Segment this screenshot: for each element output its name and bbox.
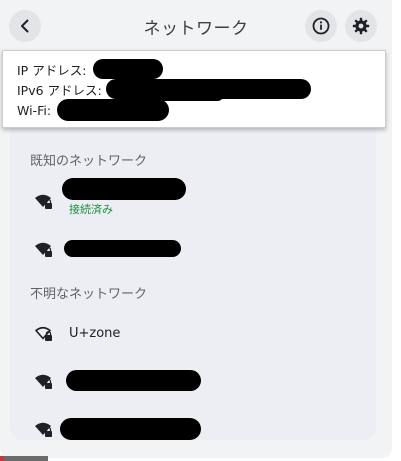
network-row-unknown-2[interactable] xyxy=(10,360,376,404)
connected-status: 接続済み xyxy=(69,203,113,216)
network-settings-window: ネットワーク IP アドレス: IPv6 アドレス: Wi-Fi: 既知のネット… xyxy=(0,0,392,458)
unknown-networks-header: 不明なネットワーク xyxy=(30,287,148,302)
title-bar: ネットワーク xyxy=(0,0,392,50)
network-row-known-2[interactable] xyxy=(10,228,376,272)
settings-button[interactable] xyxy=(345,10,377,42)
wifi-lock-icon xyxy=(35,374,52,389)
gear-icon xyxy=(352,17,370,35)
info-icon xyxy=(312,17,330,35)
redacted-network-name xyxy=(64,240,181,257)
redacted-network-name xyxy=(62,178,186,200)
ip-address-label: IP アドレス: xyxy=(17,63,87,78)
redacted-wifi-name xyxy=(57,99,169,121)
redacted-network-name xyxy=(66,370,201,391)
redacted-ip-address xyxy=(93,59,163,79)
network-row-unknown-1[interactable]: U+zone xyxy=(10,312,376,356)
wifi-outline-lock-icon xyxy=(35,326,52,341)
connection-info-card: IP アドレス: IPv6 アドレス: Wi-Fi: xyxy=(2,50,386,128)
wifi-lock-icon xyxy=(35,194,52,209)
network-name: U+zone xyxy=(69,326,121,341)
redacted-network-name xyxy=(60,418,201,440)
desktop-edge-accent xyxy=(0,456,4,461)
ipv6-address-row: IPv6 アドレス: xyxy=(17,82,102,100)
wifi-lock-icon xyxy=(35,242,52,257)
network-row-unknown-3[interactable] xyxy=(10,408,376,452)
ipv6-address-label: IPv6 アドレス: xyxy=(17,83,102,98)
known-networks-header: 既知のネットワーク xyxy=(30,154,148,169)
info-button[interactable] xyxy=(305,10,337,42)
wifi-label: Wi-Fi: xyxy=(17,103,52,118)
desktop-edge xyxy=(0,456,48,461)
wifi-row: Wi-Fi: xyxy=(17,102,51,120)
wifi-lock-icon xyxy=(35,422,52,437)
network-row-known-1[interactable]: 接続済み xyxy=(10,178,376,224)
ip-address-row: IP アドレス: xyxy=(17,62,86,80)
